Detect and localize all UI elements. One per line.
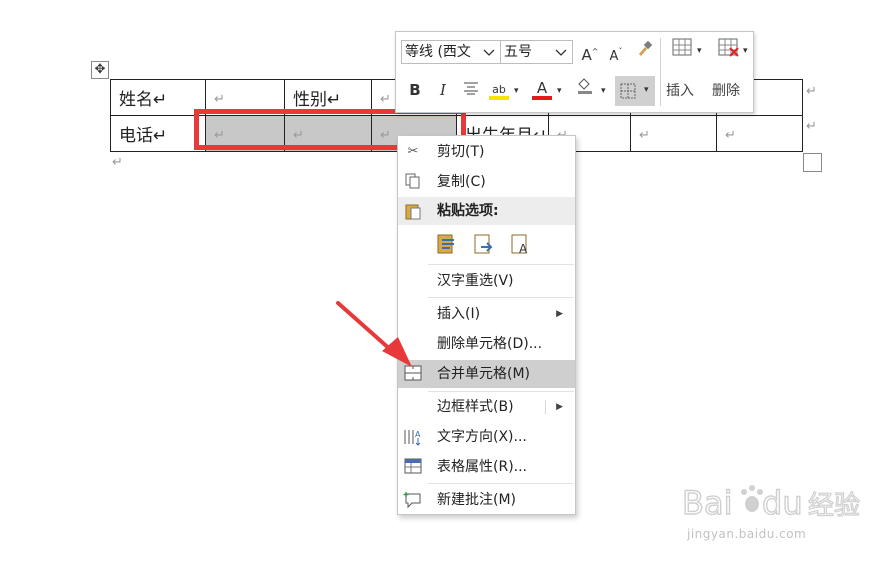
font-size-combo[interactable]: 五号 (500, 40, 573, 64)
format-painter-button[interactable] (632, 40, 656, 64)
row-end-mark: ↵ (806, 84, 817, 99)
paint-bucket-icon (578, 78, 592, 94)
chevron-down-icon: ▾ (514, 86, 519, 96)
font-name-combo[interactable]: 等线 (西文 (401, 40, 501, 64)
delete-table-icon (718, 38, 739, 57)
grow-font-button[interactable]: A^ (578, 40, 602, 64)
italic-button[interactable]: I (431, 78, 455, 102)
paste-text-only-button[interactable]: A (510, 232, 532, 260)
context-menu: ✂ 剪切(T) 复制(C) 粘贴选项: A 汉字重选(V) 插入(I) ▶ 删除… (397, 135, 576, 515)
paste-text-only-icon: A (511, 234, 528, 256)
chevron-down-icon: ▾ (697, 46, 702, 56)
chevron-down-icon: ▾ (644, 85, 649, 95)
row-end-mark: ↵ (806, 119, 817, 134)
table-cell[interactable]: 姓名↵ (110, 79, 206, 116)
watermark-url: jingyan.baidu.com (687, 527, 807, 541)
delete-button[interactable]: 删除 (712, 80, 740, 100)
menu-item-table-properties[interactable]: 表格属性(R)... (398, 453, 575, 481)
menu-item-label: 合并单元格(M) (437, 366, 531, 382)
menu-item-label: 剪切(T) (437, 144, 485, 160)
font-size-value: 五号 (504, 44, 532, 60)
insert-button[interactable]: 插入 (666, 80, 694, 100)
chevron-down-icon (554, 41, 568, 70)
font-name-value: 等线 (西文 (405, 44, 471, 60)
text-direction-icon: A (403, 428, 423, 446)
menu-item-label: 文字方向(X)... (437, 429, 527, 445)
menu-item-label: 边框样式(B) (437, 399, 514, 415)
delete-table-icon-button[interactable] (714, 38, 744, 62)
table-resize-handle[interactable] (803, 153, 822, 172)
copy-icon (403, 173, 423, 191)
menu-item-reconvert[interactable]: 汉字重选(V) (398, 267, 575, 295)
borders-icon (620, 83, 636, 99)
split-divider (545, 400, 546, 414)
align-center-button[interactable] (459, 78, 483, 102)
table-properties-icon (403, 458, 423, 476)
submenu-arrow-icon: ▶ (556, 402, 563, 412)
menu-separator (428, 391, 574, 392)
menu-item-copy[interactable]: 复制(C) (398, 168, 575, 196)
menu-separator (428, 297, 574, 298)
font-color-button[interactable]: A (530, 76, 554, 100)
menu-item-insert[interactable]: 插入(I) ▶ (398, 300, 575, 328)
menu-item-delete-cells[interactable]: 删除单元格(D)... (398, 330, 575, 358)
insert-table-icon-button[interactable] (668, 38, 698, 62)
highlight-icon: ab (492, 83, 506, 96)
chevron-down-icon: ▾ (601, 86, 606, 96)
annotation-arrow (336, 301, 412, 367)
highlight-color-swatch (489, 96, 509, 100)
paste-keep-format-button[interactable] (436, 232, 458, 260)
menu-separator (428, 483, 574, 484)
paragraph-mark: ↵ (112, 155, 123, 170)
baidu-jingyan-logo: Bai du 经验 (681, 483, 860, 522)
svg-text:Bai: Bai (682, 484, 732, 522)
svg-text:A: A (519, 242, 528, 256)
table-cell[interactable]: ↵ (716, 115, 803, 152)
format-painter-icon (639, 40, 653, 56)
menu-item-label: 删除单元格(D)... (437, 336, 543, 352)
menu-item-border-styles[interactable]: 边框样式(B) ▶ (398, 393, 575, 421)
svg-text:du: du (762, 484, 803, 522)
chevron-down-icon: ▾ (557, 86, 562, 96)
align-center-icon (464, 82, 478, 95)
menu-item-merge-cells[interactable]: 合并单元格(M) (398, 360, 575, 388)
paste-merge-format-button[interactable] (473, 232, 495, 260)
highlight-button[interactable]: ab (487, 76, 511, 100)
menu-item-cut[interactable]: ✂ 剪切(T) (398, 138, 575, 166)
svg-text:A: A (415, 430, 421, 439)
paste-keep-format-icon (437, 234, 454, 254)
paste-icon (403, 202, 423, 220)
font-color-icon: A (536, 79, 548, 97)
menu-item-label: 表格属性(R)... (437, 459, 528, 475)
table-cell[interactable]: ↵ (630, 115, 717, 152)
new-comment-icon (403, 491, 423, 509)
font-color-swatch (532, 96, 552, 100)
menu-item-label: 插入(I) (437, 306, 481, 322)
submenu-arrow-icon: ▶ (556, 309, 563, 319)
table-move-handle[interactable]: ✥ (91, 61, 109, 79)
paste-merge-format-icon (474, 234, 493, 254)
menu-separator (428, 264, 574, 265)
menu-item-label: 复制(C) (437, 174, 486, 190)
menu-header-paste-options: 粘贴选项: (398, 197, 575, 225)
chevron-down-icon: ▾ (743, 46, 748, 56)
table-cell[interactable]: 电话↵ (110, 115, 206, 152)
menu-item-new-comment[interactable]: 新建批注(M) (398, 486, 575, 514)
toolbar-divider (660, 38, 661, 106)
menu-item-label: 新建批注(M) (437, 492, 517, 508)
svg-text:经验: 经验 (808, 491, 860, 521)
borders-button[interactable]: ▾ (615, 76, 655, 106)
menu-item-label: 粘贴选项: (437, 203, 499, 219)
insert-table-icon (672, 38, 692, 56)
shrink-font-button[interactable]: Aˇ (604, 40, 628, 64)
bold-button[interactable]: B (403, 78, 427, 102)
menu-item-label: 汉字重选(V) (437, 273, 514, 289)
chevron-down-icon (482, 41, 496, 70)
grow-font-icon: A (581, 46, 592, 64)
scissors-icon: ✂ (407, 144, 419, 159)
menu-item-text-direction[interactable]: A 文字方向(X)... (398, 423, 575, 451)
shading-button[interactable] (573, 76, 597, 100)
mini-toolbar: 等线 (西文 五号 A^ Aˇ ▾ ▾ B I ab ▾ A ▾ ▾ ▾ 插入 … (395, 31, 754, 113)
